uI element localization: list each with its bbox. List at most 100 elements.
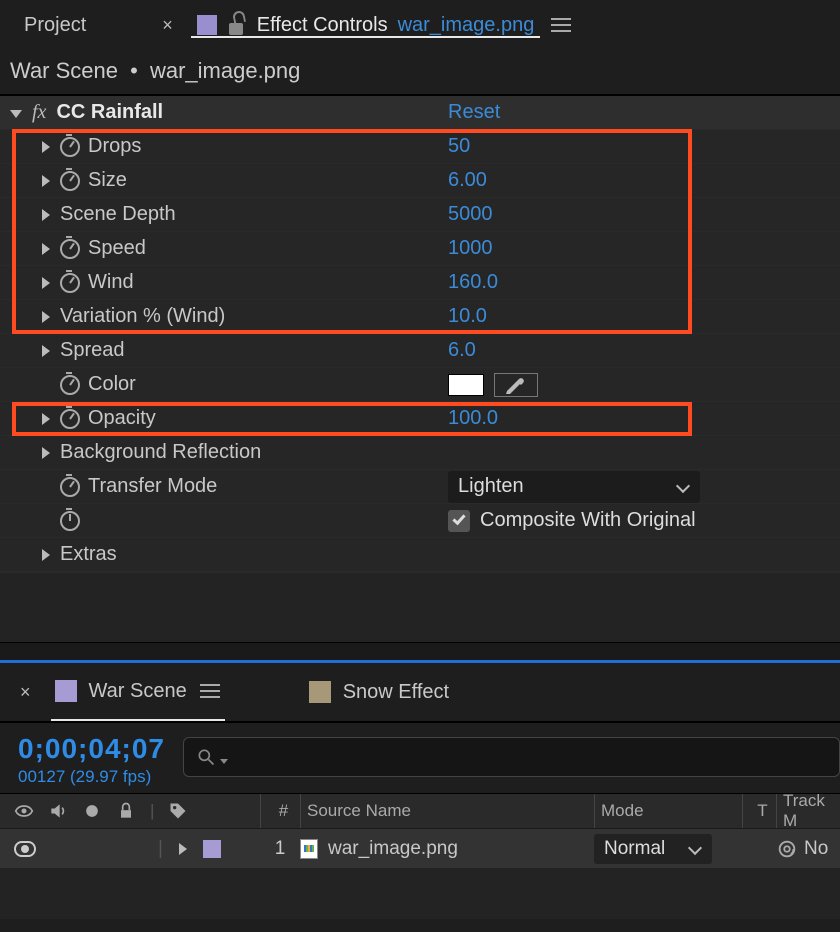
panel-tabs: Project × Effect Controls war_image.png <box>0 0 840 50</box>
ec-tab-filename: war_image.png <box>398 14 535 37</box>
pickwhip-icon[interactable] <box>776 838 798 860</box>
layer-color-icon <box>197 15 217 35</box>
prop-value[interactable]: 50 <box>448 135 470 158</box>
effect-controls-tab[interactable]: Effect Controls war_image.png <box>191 14 541 37</box>
reset-link[interactable]: Reset <box>448 101 500 124</box>
prop-speed[interactable]: Speed 1000 <box>0 232 840 266</box>
chevron-right-icon[interactable] <box>40 243 52 255</box>
prop-label: Composite With Original <box>480 509 696 532</box>
prop-value[interactable]: 6.0 <box>448 339 476 362</box>
transfer-mode-select[interactable]: Lighten <box>448 471 700 503</box>
header-mode[interactable]: Mode <box>601 801 644 821</box>
effect-header-row[interactable]: fx CC Rainfall Reset <box>0 96 840 130</box>
chevron-right-icon[interactable] <box>40 447 52 459</box>
prop-value[interactable]: 10.0 <box>448 305 487 328</box>
prop-value[interactable]: 1000 <box>448 237 493 260</box>
header-track[interactable]: Track M <box>783 791 840 831</box>
stopwatch-icon[interactable] <box>60 239 80 259</box>
column-headers: | # Source Name Mode T Track M <box>0 793 840 829</box>
visibility-header-icon[interactable] <box>14 801 34 821</box>
dropdown-icon <box>220 759 228 764</box>
prop-label: Extras <box>60 543 117 566</box>
layer-index: 1 <box>260 838 300 860</box>
chevron-right-icon[interactable] <box>40 549 52 561</box>
prop-label: Scene Depth <box>60 203 176 226</box>
timeline-search-input[interactable] <box>183 737 840 777</box>
eyedropper-button[interactable] <box>494 373 538 397</box>
chevron-right-icon[interactable] <box>40 175 52 187</box>
comp-color-icon <box>55 680 77 702</box>
solo-header-icon[interactable] <box>82 801 102 821</box>
label-header-icon[interactable] <box>168 801 188 821</box>
prop-spread[interactable]: Spread 6.0 <box>0 334 840 368</box>
prop-extras[interactable]: Extras <box>0 538 840 572</box>
prop-opacity[interactable]: Opacity 100.0 <box>0 402 840 436</box>
header-source[interactable]: Source Name <box>307 801 411 821</box>
prop-label: Speed <box>88 237 146 260</box>
chevron-down-icon <box>678 481 690 493</box>
prop-scene-depth[interactable]: Scene Depth 5000 <box>0 198 840 232</box>
prop-composite[interactable]: Composite With Original <box>0 504 840 538</box>
prop-bg-reflection[interactable]: Background Reflection <box>0 436 840 470</box>
frame-info[interactable]: 00127 (29.97 fps) <box>18 767 165 787</box>
audio-header-icon[interactable] <box>48 801 68 821</box>
prop-label: Spread <box>60 339 125 362</box>
fx-icon[interactable]: fx <box>30 101 48 124</box>
chevron-right-icon[interactable] <box>40 277 52 289</box>
eyedropper-icon <box>504 376 528 394</box>
search-icon <box>196 747 216 767</box>
expand-toggle-icon[interactable] <box>10 107 22 119</box>
prop-transfer-mode[interactable]: Transfer Mode Lighten <box>0 470 840 504</box>
stopwatch-icon[interactable] <box>60 137 80 157</box>
prop-drops[interactable]: Drops 50 <box>0 130 840 164</box>
header-hash[interactable]: # <box>279 801 288 821</box>
breadcrumb-comp: War Scene <box>10 58 118 83</box>
track-matte-value[interactable]: No <box>804 838 828 860</box>
stopwatch-icon[interactable] <box>60 273 80 293</box>
prop-value[interactable]: 5000 <box>448 203 493 226</box>
panel-menu-icon[interactable] <box>199 684 221 698</box>
stopwatch-icon[interactable] <box>60 477 80 497</box>
chevron-right-icon[interactable] <box>40 311 52 323</box>
blend-mode-select[interactable]: Normal <box>594 834 712 864</box>
panel-menu-icon[interactable] <box>550 18 572 32</box>
close-icon[interactable]: × <box>162 15 181 36</box>
prop-color[interactable]: Color <box>0 368 840 402</box>
project-tab[interactable]: Project <box>8 14 102 37</box>
composite-checkbox[interactable] <box>448 510 470 532</box>
chevron-right-icon[interactable] <box>40 141 52 153</box>
prop-variation[interactable]: Variation % (Wind) 10.0 <box>0 300 840 334</box>
layer-color-swatch[interactable] <box>203 840 221 858</box>
stopwatch-icon[interactable] <box>60 409 80 429</box>
layer-name[interactable]: war_image.png <box>328 838 458 860</box>
effect-name: CC Rainfall <box>56 101 163 124</box>
prop-wind[interactable]: Wind 160.0 <box>0 266 840 300</box>
lock-icon[interactable] <box>227 15 247 35</box>
stopwatch-icon[interactable] <box>60 375 80 395</box>
lock-header-icon[interactable] <box>116 801 136 821</box>
prop-value[interactable]: 160.0 <box>448 271 498 294</box>
stopwatch-icon[interactable] <box>60 511 80 531</box>
header-t: T <box>757 801 767 821</box>
close-icon[interactable]: × <box>20 682 31 703</box>
prop-label: Drops <box>88 135 141 158</box>
comp-tab-label: War Scene <box>89 680 187 703</box>
stopwatch-icon[interactable] <box>60 171 80 191</box>
layer-row-1[interactable]: | 1 war_image.png Normal No <box>0 829 840 869</box>
color-swatch[interactable] <box>448 374 484 396</box>
chevron-right-icon[interactable] <box>177 843 189 855</box>
project-tab-label: Project <box>24 14 86 36</box>
chevron-right-icon[interactable] <box>40 209 52 221</box>
chevron-right-icon[interactable] <box>40 345 52 357</box>
timecode[interactable]: 0;00;04;07 <box>18 733 165 765</box>
comp-tab-other[interactable]: Snow Effect <box>305 663 453 721</box>
prop-label: Size <box>88 169 127 192</box>
chevron-right-icon[interactable] <box>40 413 52 425</box>
prop-value[interactable]: 100.0 <box>448 407 498 430</box>
prop-label: Background Reflection <box>60 441 261 464</box>
visibility-toggle[interactable] <box>14 841 36 857</box>
breadcrumb: War Scene • war_image.png <box>0 50 840 94</box>
comp-tab-active[interactable]: War Scene <box>51 663 225 721</box>
prop-size[interactable]: Size 6.00 <box>0 164 840 198</box>
prop-value[interactable]: 6.00 <box>448 169 487 192</box>
